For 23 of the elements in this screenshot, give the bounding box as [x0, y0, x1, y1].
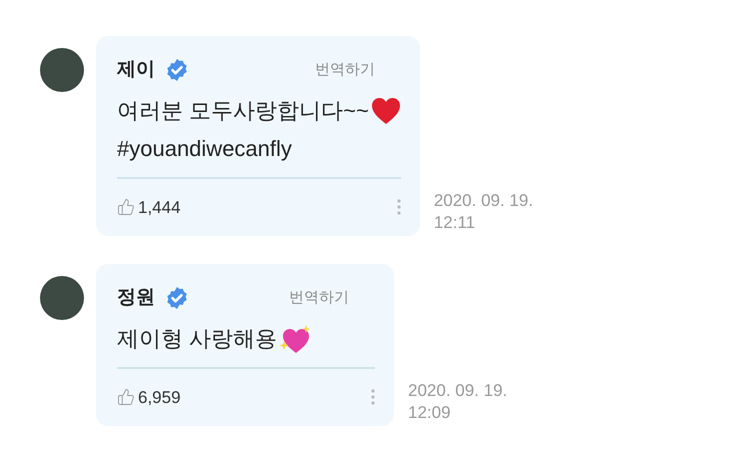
more-button[interactable] — [396, 199, 401, 216]
more-button[interactable] — [371, 389, 375, 406]
comment-text: 여러분 모두사랑합니다~~ — [117, 97, 369, 125]
verified-badge-icon — [165, 58, 189, 82]
comment-date: 2020. 09. 19. — [408, 380, 508, 402]
comment-text: #youandiwecanfly — [117, 135, 292, 163]
avatar — [40, 48, 84, 92]
sparkling-heart-icon — [279, 324, 312, 354]
avatar — [40, 276, 84, 320]
like-button[interactable]: 1,444 — [117, 194, 181, 220]
user-name: 제이 — [117, 58, 155, 82]
user-name: 정원 — [117, 286, 155, 310]
heart-icon — [370, 96, 401, 124]
like-button[interactable]: 6,959 — [117, 384, 181, 410]
comment-date: 2020. 09. 19. — [434, 190, 534, 212]
thumbs-up-icon — [117, 388, 135, 406]
verified-badge-icon — [165, 286, 189, 310]
comment-time: 12:11 — [434, 212, 476, 234]
more-icon — [371, 389, 375, 406]
comment-text: 제이형 사랑해용 — [117, 325, 278, 353]
comment-time: 12:09 — [408, 402, 452, 424]
thumbs-up-icon — [117, 198, 135, 216]
more-icon — [396, 199, 401, 216]
